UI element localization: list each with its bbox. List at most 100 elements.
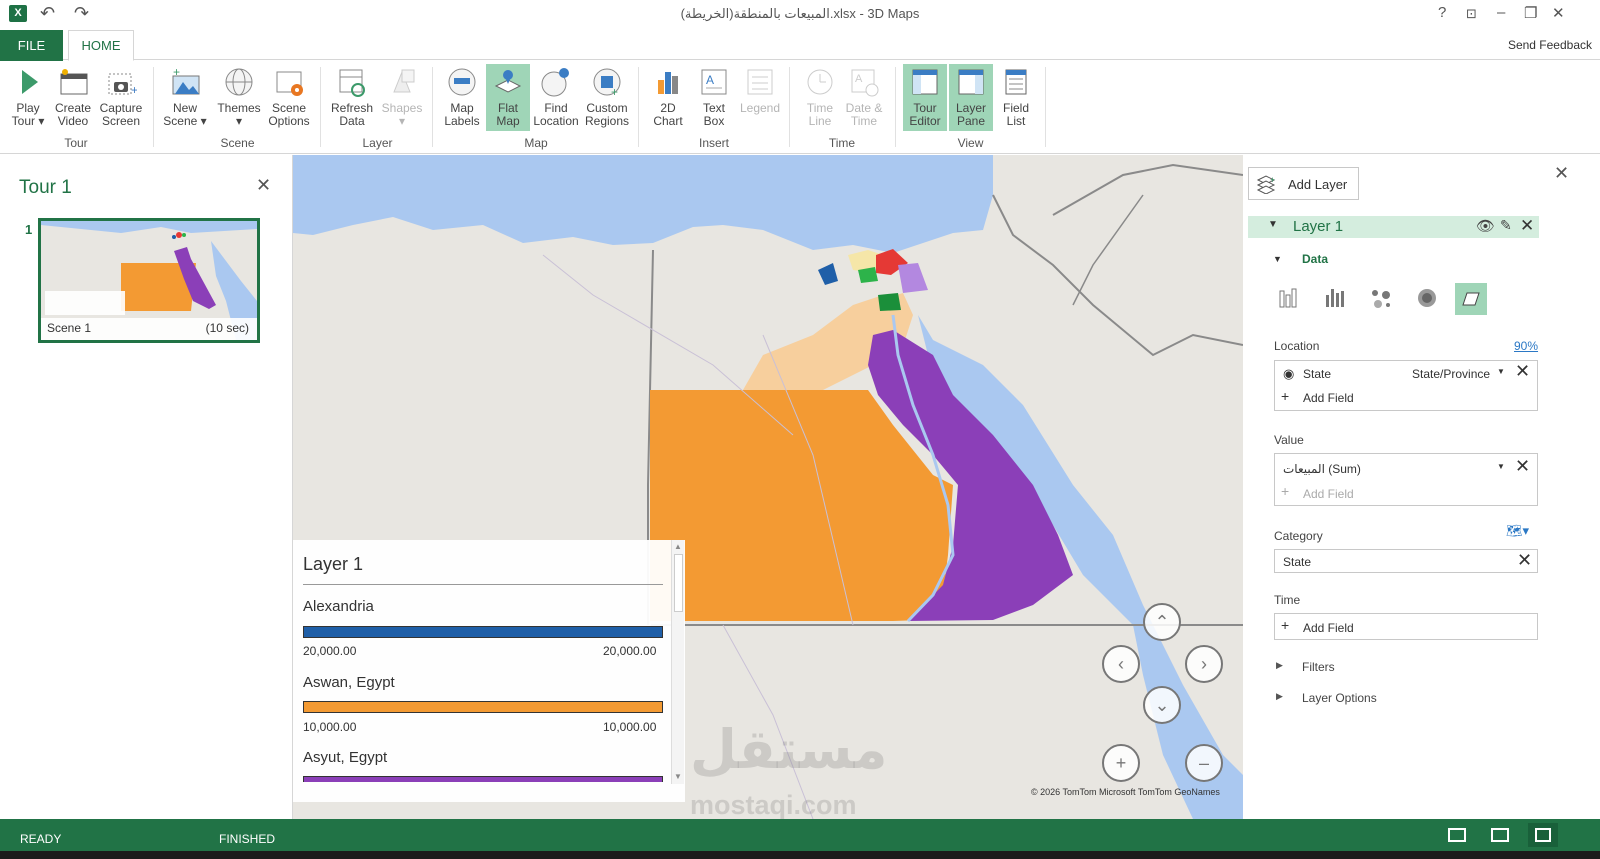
- layer-options-label[interactable]: Layer Options: [1302, 691, 1377, 705]
- find-location-button[interactable]: Find Location: [532, 64, 580, 131]
- delete-layer-icon[interactable]: ✕: [1520, 216, 1534, 236]
- refresh-data-label-2: Data: [339, 114, 365, 128]
- map-legend[interactable]: Layer 1 Alexandria 20,000.00 20,000.00 A…: [293, 540, 685, 802]
- radio-icon[interactable]: ◉: [1283, 366, 1294, 382]
- status-finished: FINISHED: [219, 832, 276, 846]
- pan-left-button[interactable]: ‹: [1102, 645, 1140, 683]
- zoom-in-button[interactable]: +: [1102, 744, 1140, 782]
- shapes-button[interactable]: Shapes ▾: [380, 64, 424, 131]
- pencil-icon[interactable]: ✎: [1500, 217, 1512, 234]
- scroll-thumb[interactable]: [674, 554, 683, 612]
- full-screen-button[interactable]: [1528, 823, 1558, 847]
- ribbon-separator: [153, 67, 154, 147]
- group-view-label: View: [957, 136, 984, 150]
- group-scene-label: Scene: [220, 136, 255, 150]
- new-scene-button[interactable]: + New Scene ▾: [163, 64, 207, 131]
- watermark-latin: mostaqi.com: [690, 790, 857, 820]
- filters-label[interactable]: Filters: [1302, 660, 1335, 674]
- tab-file[interactable]: FILE: [0, 30, 63, 61]
- pan-right-button[interactable]: ›: [1185, 645, 1223, 683]
- scene-thumbnail[interactable]: Scene 1 (10 sec): [38, 218, 260, 343]
- remove-value-icon[interactable]: ✕: [1515, 456, 1530, 477]
- value-add-field[interactable]: Add Field: [1303, 487, 1354, 501]
- scene-options-label-2: Options: [268, 114, 310, 128]
- layer-pane-icon: [955, 66, 987, 98]
- dropdown-arrow-icon[interactable]: ▼: [1497, 462, 1505, 471]
- clock-icon: [804, 66, 836, 98]
- remove-category-icon[interactable]: ✕: [1517, 550, 1532, 571]
- map-labels-button[interactable]: Map Labels: [440, 64, 484, 131]
- scene-options-button[interactable]: Scene Options: [267, 64, 311, 131]
- date-time-button[interactable]: A Date & Time: [842, 64, 886, 131]
- layer-pane-button[interactable]: Layer Pane: [949, 64, 993, 131]
- eye-icon[interactable]: 👁: [1476, 217, 1495, 235]
- viz-region-icon[interactable]: [1455, 283, 1487, 315]
- category-label: Category: [1274, 529, 1323, 543]
- ribbon-display-icon[interactable]: ⊡: [1466, 6, 1477, 22]
- layer-header[interactable]: ▼ Layer 1 👁 ✎ ✕: [1248, 216, 1539, 238]
- location-add-field[interactable]: Add Field: [1303, 391, 1354, 405]
- legend-bar-aswan: [303, 701, 663, 713]
- themes-label-2: ▾: [235, 114, 243, 128]
- pan-down-button[interactable]: ⌄: [1143, 686, 1181, 724]
- field-list-button[interactable]: Field List: [994, 64, 1038, 131]
- legend-button[interactable]: Legend: [738, 64, 782, 131]
- date-time-label-2: Time: [850, 114, 878, 128]
- scroll-down-arrow[interactable]: ▼: [673, 772, 683, 782]
- remove-location-icon[interactable]: ✕: [1515, 361, 1530, 382]
- dropdown-arrow-icon[interactable]: ▼: [1497, 367, 1505, 376]
- field-list-label-2: List: [1006, 114, 1026, 128]
- pan-up-button[interactable]: ⌃: [1143, 603, 1181, 641]
- map-attribution: © 2026 TomTom Microsoft TomTom GeoNames: [1031, 787, 1220, 797]
- layer-options-expand-icon[interactable]: ▶: [1276, 691, 1283, 702]
- layer-pane-label-2: Pane: [956, 114, 986, 128]
- legend-scrollbar[interactable]: ▲ ▼: [671, 540, 684, 784]
- tour-editor-button[interactable]: Tour Editor: [903, 64, 947, 131]
- viz-clustered-column-icon[interactable]: [1321, 283, 1351, 316]
- viz-bubble-icon[interactable]: [1366, 283, 1396, 316]
- layer-pane-close-icon[interactable]: ✕: [1554, 163, 1569, 184]
- viz-stacked-column-icon[interactable]: [1274, 283, 1304, 316]
- new-scene-icon: +: [169, 65, 201, 98]
- scroll-up-arrow[interactable]: ▲: [673, 542, 683, 552]
- location-confidence[interactable]: 90%: [1514, 339, 1538, 353]
- play-tour-button[interactable]: Play Tour ▾: [6, 64, 50, 131]
- restore-button[interactable]: ❐: [1524, 4, 1537, 22]
- data-collapse-icon[interactable]: ▼: [1273, 254, 1282, 264]
- collapse-triangle-icon[interactable]: ▼: [1268, 219, 1278, 230]
- legend-max: 10,000.00: [603, 720, 657, 734]
- map-labels-label-2: Labels: [444, 114, 480, 128]
- layers-icon: +: [1256, 175, 1275, 194]
- create-video-button[interactable]: Create Video: [51, 64, 95, 131]
- shapes-label-2: ▾: [398, 114, 406, 128]
- themes-button[interactable]: Themes ▾: [217, 64, 261, 131]
- help-icon[interactable]: ?: [1438, 4, 1446, 21]
- svg-text:A: A: [706, 73, 714, 87]
- time-add-field[interactable]: Add Field: [1303, 621, 1354, 635]
- minimize-button[interactable]: –: [1497, 4, 1505, 21]
- location-type-select[interactable]: State/Province: [1412, 367, 1490, 381]
- time-line-label-2: Line: [808, 114, 832, 128]
- full-screen-icon: [1535, 828, 1551, 842]
- tour-pane-close-icon[interactable]: ✕: [256, 175, 271, 196]
- time-line-button[interactable]: Time Line: [798, 64, 842, 131]
- normal-view-icon[interactable]: [1448, 828, 1466, 842]
- flat-map-button[interactable]: Flat Map: [486, 64, 530, 131]
- 2d-chart-button[interactable]: 2D Chart: [646, 64, 690, 131]
- zoom-out-button[interactable]: –: [1185, 744, 1223, 782]
- capture-screen-button[interactable]: + Capture Screen: [98, 64, 144, 131]
- close-window-button[interactable]: ✕: [1552, 4, 1565, 22]
- refresh-data-button[interactable]: Refresh Data: [330, 64, 374, 131]
- add-layer-label: Add Layer: [1288, 177, 1348, 192]
- tour-title: Tour 1: [19, 177, 72, 198]
- viz-heatmap-icon[interactable]: [1412, 283, 1442, 316]
- filters-expand-icon[interactable]: ▶: [1276, 660, 1283, 671]
- zoom-view-icon[interactable]: [1491, 828, 1509, 842]
- tab-home[interactable]: HOME: [68, 30, 134, 61]
- category-options-icon[interactable]: 🗺▾: [1506, 523, 1529, 539]
- custom-regions-button[interactable]: + Custom Regions: [583, 64, 631, 131]
- send-feedback-link[interactable]: Send Feedback: [1508, 38, 1592, 52]
- value-field: المبيعات (Sum): [1283, 462, 1361, 476]
- add-layer-button[interactable]: + Add Layer: [1248, 167, 1359, 200]
- text-box-button[interactable]: A Text Box: [692, 64, 736, 131]
